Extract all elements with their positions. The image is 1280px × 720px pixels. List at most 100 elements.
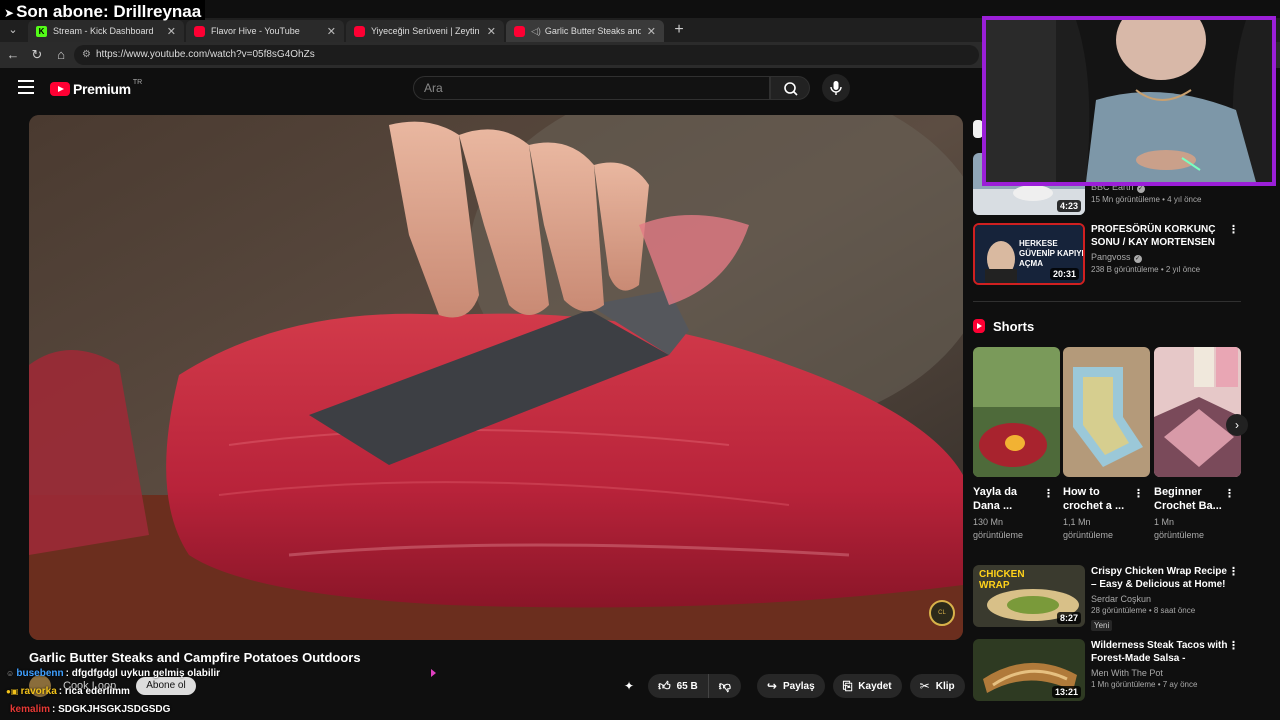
short-item[interactable]: How to crochet a ... 1,1 Mn görüntüleme … xyxy=(1063,347,1150,542)
chevron-right-icon[interactable]: › xyxy=(1226,414,1248,436)
thumbnail-caption: CHICKEN WRAP xyxy=(979,569,1025,591)
video-duration: 13:21 xyxy=(1051,686,1081,698)
clip-button[interactable]: ✂ Klip xyxy=(909,674,965,698)
chat-badge-icon: ☺ xyxy=(6,669,17,678)
thumbs-up-icon: 👍︎ xyxy=(658,678,671,693)
browser-tab[interactable]: Flavor Hive - YouTube ✕ xyxy=(186,20,344,42)
video-title[interactable]: PROFESÖRÜN KORKUNÇ SONU / KAY MORTENSEN … xyxy=(1091,223,1229,249)
browser-tab[interactable]: K Stream - Kick Dashboard ✕ xyxy=(28,20,184,42)
short-views: 1,1 Mn görüntüleme xyxy=(1063,517,1114,540)
short-title[interactable]: How to crochet a ... xyxy=(1063,485,1135,513)
more-options-icon[interactable]: ⋮ xyxy=(1228,639,1239,652)
screen: ➤ Son abone: Drillreynaa ⌄ K Stream - Kic… xyxy=(0,0,1280,720)
short-title[interactable]: Yayla da Dana ... xyxy=(973,485,1045,513)
clip-label: Klip xyxy=(935,680,955,692)
close-tab-icon[interactable]: ✕ xyxy=(327,25,336,38)
close-tab-icon[interactable]: ✕ xyxy=(167,25,176,38)
url-field[interactable]: ⚙ https://www.youtube.com/watch?v=05f8sG… xyxy=(74,45,979,65)
recommended-video[interactable]: 13:21 Wilderness Steak Tacos with Forest… xyxy=(973,639,1241,701)
more-options-icon[interactable]: ⋮ xyxy=(1043,487,1054,500)
subscribe-button[interactable]: Abone ol xyxy=(136,677,196,695)
video-duration: 20:31 xyxy=(1049,268,1079,280)
recommendations-sidebar: 4:23 BBC Earth ✓ 15 Mn görüntüleme • 4 yı… xyxy=(973,115,1248,720)
video-title[interactable]: Crispy Chicken Wrap Recipe – Easy & Deli… xyxy=(1091,565,1229,591)
short-thumbnail[interactable] xyxy=(973,347,1060,477)
search-icon xyxy=(784,82,798,96)
video-thumbnail[interactable]: CHICKEN WRAP 8:27 xyxy=(973,565,1085,627)
youtube-icon xyxy=(194,25,205,37)
video-meta: Crispy Chicken Wrap Recipe – Easy & Deli… xyxy=(1091,565,1229,633)
channel-name[interactable]: Serdar Coşkun xyxy=(1091,594,1229,604)
share-button[interactable]: ↪ Paylaş xyxy=(756,674,825,698)
section-divider xyxy=(973,301,1241,302)
video-thumbnail[interactable]: 13:21 xyxy=(973,639,1085,701)
new-badge: Yeni xyxy=(1091,620,1113,631)
recommended-video[interactable]: HERKESE GÜVENİP KAPIYI AÇMA 20:31 PROFES… xyxy=(973,223,1241,285)
url-text: https://www.youtube.com/watch?v=05f8sG4O… xyxy=(96,49,315,60)
voice-search-button[interactable] xyxy=(822,74,850,102)
channel-name[interactable]: Pangvoss ✓ xyxy=(1091,252,1229,263)
shorts-heading: Shorts xyxy=(993,318,1035,334)
channel-watermark-icon[interactable]: CL xyxy=(929,600,955,626)
short-thumbnail[interactable] xyxy=(1154,347,1241,477)
search-button[interactable] xyxy=(770,76,810,100)
site-info-icon[interactable]: ⚙ xyxy=(82,45,91,65)
video-title[interactable]: Wilderness Steak Tacos with Forest-Made … xyxy=(1091,639,1229,665)
bookmark-icon: ⎘ xyxy=(842,678,853,693)
last-subscriber-text: Son abone: Drillreynaa xyxy=(16,2,202,21)
dislike-button[interactable]: 👎︎ xyxy=(708,674,741,698)
youtube-logo[interactable]: Premium TR xyxy=(50,79,142,97)
chat-user: ravorka xyxy=(20,686,57,697)
shorts-icon xyxy=(973,319,985,333)
share-icon: ↪ xyxy=(766,679,777,693)
video-frame xyxy=(29,115,963,640)
short-thumbnail[interactable] xyxy=(1063,347,1150,477)
close-tab-icon[interactable]: ✕ xyxy=(647,25,656,38)
more-options-icon[interactable]: ⋮ xyxy=(1228,223,1239,236)
speaker-icon[interactable]: ◁) xyxy=(531,26,541,37)
like-button[interactable]: 👍︎ 65 B xyxy=(648,674,709,698)
tab-label: Yiyeceğin Serüveni | Zeytin | TRT B xyxy=(371,26,481,36)
menu-icon[interactable] xyxy=(18,80,34,94)
kick-icon: K xyxy=(36,25,47,37)
play-arrow-icon: ➤ xyxy=(4,6,15,20)
back-icon[interactable]: ← xyxy=(4,46,22,64)
youtube-icon xyxy=(354,25,365,37)
browser-tab[interactable]: Yiyeceğin Serüveni | Zeytin | TRT B ✕ xyxy=(346,20,504,42)
mouse-cursor-icon xyxy=(431,669,436,677)
reload-icon[interactable]: ↻ xyxy=(28,46,46,64)
verified-icon: ✓ xyxy=(1133,255,1142,263)
more-options-icon[interactable]: ⋮ xyxy=(1133,487,1144,500)
video-player[interactable]: CL xyxy=(29,115,963,640)
new-tab-icon[interactable]: + xyxy=(670,20,688,40)
chat-message: ●▣ ravorka: rica ederlimm xyxy=(6,686,130,697)
home-icon[interactable]: ⌂ xyxy=(52,46,70,64)
tab-label: Stream - Kick Dashboard xyxy=(53,26,154,36)
ai-sparkle-button[interactable]: ✦ xyxy=(618,674,640,698)
video-stats: 15 Mn görüntüleme • 4 yıl önce xyxy=(1091,195,1202,204)
channel-name[interactable]: Men With The Pot xyxy=(1091,668,1229,678)
close-tab-icon[interactable]: ✕ xyxy=(487,25,496,38)
browser-tab-active[interactable]: ◁) Garlic Butter Steaks and Camp ✕ xyxy=(506,20,664,42)
share-label: Paylaş xyxy=(782,680,815,692)
search-input[interactable]: Ara xyxy=(413,76,770,100)
recommended-video[interactable]: CHICKEN WRAP 8:27 Crispy Chicken Wrap Re… xyxy=(973,565,1241,631)
save-button[interactable]: ⎘ Kaydet xyxy=(832,674,902,698)
thumbnail-image xyxy=(1154,347,1241,477)
video-meta: PROFESÖRÜN KORKUNÇ SONU / KAY MORTENSEN … xyxy=(1091,223,1229,274)
more-options-icon[interactable]: ⋮ xyxy=(1224,487,1235,500)
more-options-icon[interactable]: ⋮ xyxy=(1228,565,1239,578)
video-thumbnail[interactable]: HERKESE GÜVENİP KAPIYI AÇMA 20:31 xyxy=(973,223,1085,285)
chat-text: : dfgdfgdgl uykun gelmiş olabilir xyxy=(65,668,221,679)
short-item[interactable]: Yayla da Dana ... 130 Mn görüntüleme ⋮ xyxy=(973,347,1060,542)
chat-badge-icon: ●▣ xyxy=(6,687,21,696)
video-duration: 4:23 xyxy=(1056,200,1081,212)
tab-search-chevron-icon[interactable]: ⌄ xyxy=(4,22,22,38)
short-views: 1 Mn görüntüleme xyxy=(1154,517,1205,540)
chat-text: : rica ederlimm xyxy=(58,686,130,697)
chat-user: kemalim xyxy=(10,704,51,715)
short-title[interactable]: Beginner Crochet Ba... xyxy=(1154,485,1226,513)
short-item[interactable]: Beginner Crochet Ba... 1 Mn görüntüleme … xyxy=(1154,347,1241,542)
chat-text: : SDGKJHSGKJSDGSDG xyxy=(52,704,171,715)
chat-user: busebenn xyxy=(16,668,64,679)
